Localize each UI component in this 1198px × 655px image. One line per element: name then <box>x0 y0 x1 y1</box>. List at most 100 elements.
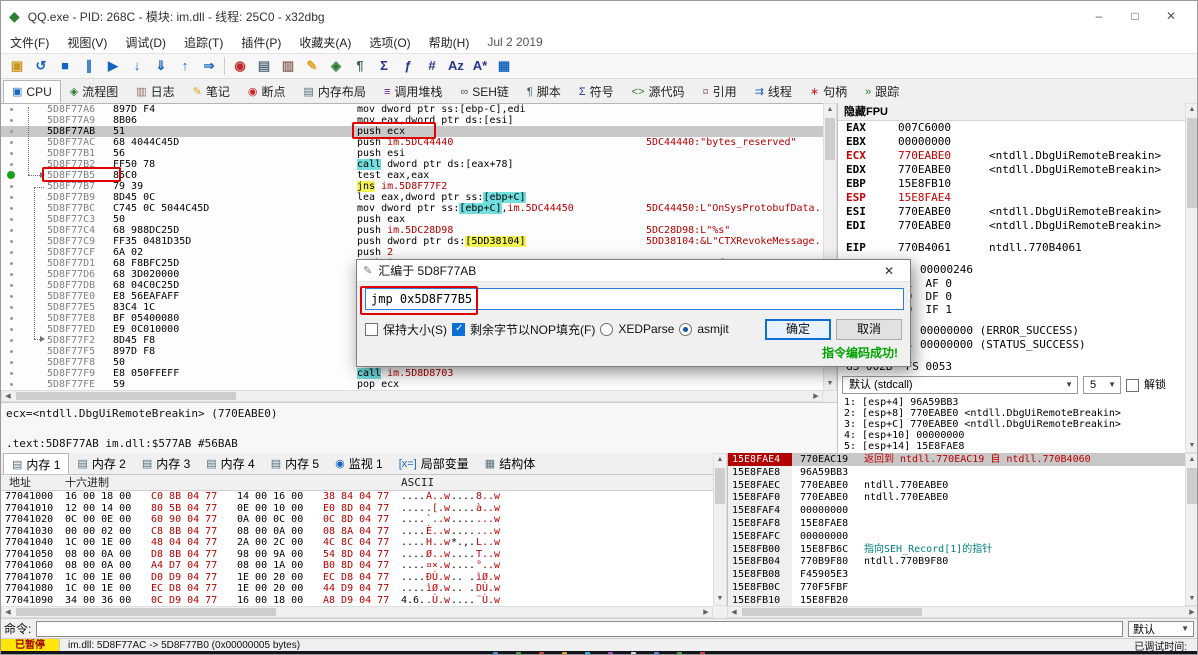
stack-row[interactable]: 15E8FAF4 00000000 <box>728 504 1185 518</box>
arg-count-spinner[interactable]: 5 ▼ <box>1083 376 1121 394</box>
cancel-button[interactable]: 取消 <box>836 318 902 340</box>
register-row[interactable]: EBX 00000000 <box>838 135 1185 149</box>
stack-row[interactable]: 15E8FAF0 770EABE0 ntdll.770EABE0 <box>728 491 1185 505</box>
xedparse-radio[interactable] <box>600 322 614 336</box>
scrollbar-thumb[interactable] <box>825 118 835 160</box>
memory-dump-view[interactable]: 77041000 16 00 18 00 C0 8B 04 77 14 00 16 0… <box>1 491 713 606</box>
register-row[interactable]: EIP 770B4061 ntdll.770B4061 <box>838 241 1185 255</box>
disasm-row[interactable]: 5D8F77A6 897D F4 mov dword ptr ss:[ebp-C],… <box>1 104 823 115</box>
maximize-button[interactable]: □ <box>1117 4 1153 28</box>
tab-memory-5[interactable]: ▤ 内存 5 <box>263 453 327 474</box>
unlock-checkbox[interactable] <box>1126 378 1139 392</box>
stack-row[interactable]: 15E8FB08 F45905E3 <box>728 568 1185 582</box>
tab-log[interactable]: ▥ 日志 <box>127 80 183 103</box>
hash-compare-icon[interactable]: # <box>420 55 444 77</box>
dump-row[interactable]: 77041010 12 00 14 00 80 5B 04 77 0E 00 10 0… <box>1 503 713 515</box>
pattern-search-icon[interactable]: A* <box>468 55 492 77</box>
scrollbar-thumb[interactable] <box>1187 468 1197 504</box>
scrollbar-thumb[interactable] <box>742 608 922 616</box>
register-row[interactable]: ESI 770EABE0 <ntdll.DbgUiRemoteBreakin> <box>838 205 1185 219</box>
tab-memory-2[interactable]: ▤ 内存 2 <box>69 453 133 474</box>
tab-memory-4[interactable]: ▤ 内存 4 <box>198 453 262 474</box>
command-input[interactable] <box>36 620 1123 637</box>
menu-trace[interactable]: 追踪(T) <box>175 31 232 54</box>
stack-row[interactable]: 15E8FAE4 770EAC19 返回到 ntdll.770EAC19 自 ntd… <box>728 453 1185 466</box>
scrollbar-thumb[interactable] <box>1187 118 1197 208</box>
tab-threads[interactable]: ⇉ 线程 <box>746 80 801 103</box>
dump-row[interactable]: 77041060 08 00 0A 00 A4 D7 04 77 08 00 1A 0… <box>1 560 713 572</box>
scroll-up-icon[interactable]: ▲ <box>1186 104 1197 116</box>
step-into-icon[interactable]: ↓ <box>125 55 149 77</box>
notes-icon[interactable]: ✎ <box>300 55 324 77</box>
memory-map-icon[interactable]: ▤ <box>252 55 276 77</box>
hide-fpu-button[interactable]: 隐藏FPU <box>838 103 1185 121</box>
tab-memory-map[interactable]: ▤ 内存布局 <box>295 80 375 103</box>
tab-symbols[interactable]: Σ 符号 <box>570 80 623 103</box>
ok-button[interactable]: 确定 <box>765 318 831 340</box>
menu-view[interactable]: 视图(V) <box>58 31 116 54</box>
keep-size-checkbox[interactable] <box>365 322 378 336</box>
tab-handles[interactable]: ∗ 句柄 <box>801 80 856 103</box>
tab-call-stack[interactable]: ≡ 调用堆栈 <box>375 80 451 103</box>
register-row[interactable]: EAX 007C6000 <box>838 121 1185 135</box>
run-to-user-code-icon[interactable]: ⇒ <box>197 55 221 77</box>
breakpoint-icon[interactable]: ◉ <box>228 55 252 77</box>
register-row[interactable]: ECX 770EABE0 <ntdll.DbgUiRemoteBreakin> <box>838 149 1185 163</box>
stack-vertical-scrollbar[interactable]: ▲ ▼ <box>1185 453 1197 606</box>
step-out-icon[interactable]: ↑ <box>173 55 197 77</box>
scroll-up-icon[interactable]: ▲ <box>1186 454 1197 466</box>
command-mode-select[interactable]: 默认 ▼ <box>1128 620 1194 637</box>
register-row[interactable]: EBP 15E8FB10 <box>838 177 1185 191</box>
disasm-row[interactable]: 5D8F77B7 79 39 jns im.5D8F77F2 <box>1 181 823 192</box>
tab-notes[interactable]: ✎ 笔记 <box>184 80 239 103</box>
tab-struct[interactable]: ▦ 结构体 <box>477 453 543 474</box>
scroll-down-icon[interactable]: ▼ <box>824 378 836 390</box>
strings-az-icon[interactable]: Az <box>444 55 468 77</box>
stack-row[interactable]: 15E8FAFC 00000000 <box>728 529 1185 543</box>
stack-row[interactable]: 15E8FAF8 15E8FAE8 <box>728 517 1185 530</box>
stack-row[interactable]: 15E8FB00 15E8FB6C 指向SEH_Record[1]的指针 <box>728 542 1185 556</box>
tab-breakpoints[interactable]: ◉ 断点 <box>239 80 295 103</box>
scroll-down-icon[interactable]: ▼ <box>1186 440 1197 452</box>
scrollbar-thumb[interactable] <box>715 468 725 504</box>
disasm-row[interactable]: 5D8F77B1 56 push esi <box>1 148 823 159</box>
scroll-up-icon[interactable]: ▲ <box>824 104 836 116</box>
restart-icon[interactable]: ↺ <box>29 55 53 77</box>
dump-row[interactable]: 77041020 0C 00 0E 00 60 90 04 77 0A 00 0C 0… <box>1 514 713 526</box>
stack-view[interactable]: 15E8FAE4 770EAC19 返回到 ntdll.770EAC19 自 ntd… <box>727 453 1185 606</box>
menu-debug[interactable]: 调试(D) <box>116 31 175 54</box>
close-button[interactable]: ✕ <box>1153 4 1189 28</box>
disasm-row[interactable]: 5D8F77C4 68 988DC25D push im.5DC28D98 5DC28… <box>1 225 823 236</box>
dump-row[interactable]: 77041090 34 00 36 00 0C D9 04 77 16 00 18 0… <box>1 595 713 607</box>
nop-fill-checkbox[interactable] <box>452 322 465 336</box>
tab-cpu[interactable]: ▣ CPU <box>3 80 61 103</box>
dump-row[interactable]: 77041070 1C 00 1E 00 D0 D9 04 77 1E 00 20 0… <box>1 572 713 584</box>
tab-script[interactable]: ¶ 脚本 <box>518 80 570 103</box>
dump-row[interactable]: 77041080 1C 00 1E 00 EC D8 04 77 1E 00 20 0… <box>1 583 713 595</box>
fx-assemble-icon[interactable]: ƒ <box>396 55 420 77</box>
script-icon[interactable]: ¶ <box>348 55 372 77</box>
register-row[interactable]: EDX 770EABE0 <ntdll.DbgUiRemoteBreakin> <box>838 163 1185 177</box>
dump-row[interactable]: 77041050 08 00 0A 00 D8 8B 04 77 98 00 9A 0… <box>1 549 713 561</box>
disasm-horizontal-scrollbar[interactable]: ◀ ▶ <box>1 390 823 402</box>
tab-seh-chain[interactable]: ∞ SEH链 <box>451 80 518 103</box>
disasm-row[interactable]: 5D8F77CF 6A 02 push 2 <box>1 247 823 258</box>
disasm-row[interactable]: 5D8F77C3 50 push eax <box>1 214 823 225</box>
disasm-row[interactable]: 5D8F77B2 FF50 78 call dword ptr ds:[eax+78… <box>1 159 823 170</box>
disasm-row[interactable]: 5D8F77BC C745 0C 5044C45D mov dword ptr ss… <box>1 203 823 214</box>
menu-plugins[interactable]: 插件(P) <box>232 31 290 54</box>
menu-favourites[interactable]: 收藏夹(A) <box>290 31 360 54</box>
stack-row[interactable]: 15E8FB0C 770F5FBF <box>728 581 1185 594</box>
run-icon[interactable]: ▶ <box>101 55 125 77</box>
scroll-down-icon[interactable]: ▼ <box>714 593 726 605</box>
window-layout-icon[interactable]: ▦ <box>492 55 516 77</box>
stack-row[interactable]: 15E8FB10 15E8FB20 <box>728 593 1185 606</box>
dump-row[interactable]: 77041000 16 00 18 00 C0 8B 04 77 14 00 16 0… <box>1 491 713 503</box>
disasm-row[interactable]: 5D8F77F9 E8 050FFEFF call im.5D8D8703 <box>1 368 823 379</box>
calling-convention-select[interactable]: 默认 (stdcall) ▼ <box>842 376 1078 394</box>
disasm-row[interactable]: 5D8F77B9 8D45 0C lea eax,dword ptr ss:[ebp… <box>1 192 823 203</box>
tab-source[interactable]: <> 源代码 <box>623 80 694 103</box>
stack-row[interactable]: 15E8FAEC 770EABE0 ntdll.770EABE0 <box>728 478 1185 492</box>
tab-references[interactable]: ¤ 引用 <box>694 80 746 103</box>
dialog-close-button[interactable]: ✕ <box>874 264 904 278</box>
